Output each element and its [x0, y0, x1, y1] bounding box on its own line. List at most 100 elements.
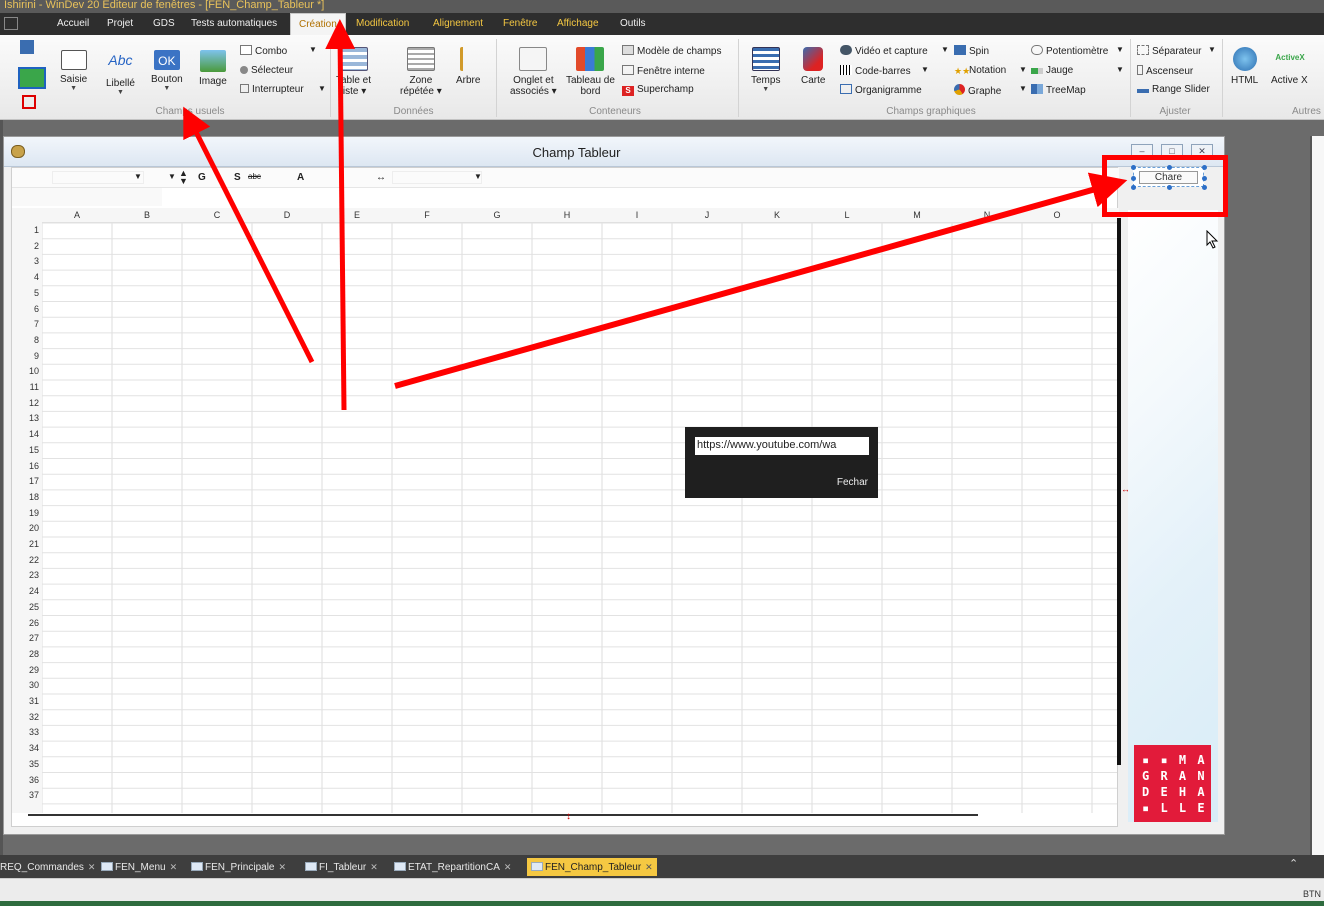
row-header-cell[interactable]: 25 — [12, 602, 39, 612]
menu-affichage[interactable]: Affichage — [557, 18, 599, 29]
row-header-cell[interactable]: 7 — [12, 319, 39, 329]
menu-accueil[interactable]: Accueil — [57, 18, 89, 29]
row-header-cell[interactable]: 26 — [12, 618, 39, 628]
notation-dropdown-icon[interactable]: ▼ — [1019, 65, 1027, 74]
row-header-cell[interactable]: 1 — [12, 225, 39, 235]
table-et-liste-button[interactable]: Table et liste ▾ — [336, 47, 371, 97]
cell-grid[interactable] — [42, 223, 1117, 813]
carte-button[interactable]: Carte — [801, 47, 825, 86]
cell-reference-box[interactable] — [12, 188, 162, 206]
row-header-cell[interactable]: 18 — [12, 492, 39, 502]
doc-tab[interactable]: ETAT_RepartitionCA ✕ — [394, 858, 511, 876]
font-family-select[interactable] — [52, 171, 144, 184]
tab-close-icon[interactable]: ✕ — [504, 862, 512, 872]
video-button[interactable]: Vidéo et capture — [840, 45, 928, 57]
onglet-button[interactable]: Onglet et associés ▾ — [510, 47, 557, 97]
row-header-cell[interactable]: 36 — [12, 775, 39, 785]
jauge-button[interactable]: Jauge — [1031, 65, 1073, 76]
doc-tab[interactable]: REQ_Commandes ✕ — [0, 858, 95, 876]
superchamp-button[interactable]: S Superchamp — [622, 84, 694, 96]
column-header-cell[interactable]: B — [112, 210, 182, 220]
separateur-button[interactable]: Séparateur — [1137, 45, 1201, 57]
row-header-cell[interactable]: 19 — [12, 508, 39, 518]
bold-button[interactable]: G — [198, 172, 206, 183]
interrupteur-button[interactable]: Interrupteur — [240, 84, 304, 95]
video-dropdown-icon[interactable]: ▼ — [941, 45, 949, 54]
doc-tab[interactable]: FI_Tableur ✕ — [305, 858, 378, 876]
spreadsheet-control[interactable]: ▼ ▼ ▲ ▼ G S abc A ↔ ▼ ABCDEFGHIJKLMNO 123… — [11, 167, 1119, 827]
codebarres-dropdown-icon[interactable]: ▼ — [921, 65, 929, 74]
menu-gds[interactable]: GDS — [153, 18, 175, 29]
row-header-cell[interactable]: 23 — [12, 570, 39, 580]
row-header-cell[interactable]: 11 — [12, 382, 39, 392]
row-header-cell[interactable]: 10 — [12, 366, 39, 376]
row-header-cell[interactable]: 29 — [12, 665, 39, 675]
graphe-button[interactable]: Graphe — [954, 84, 1001, 97]
ascenseur-button[interactable]: Ascenseur — [1137, 65, 1193, 77]
column-header-cell[interactable]: H — [532, 210, 602, 220]
font-family-dropdown-icon[interactable]: ▼ — [134, 172, 142, 181]
column-header-cell[interactable]: I — [602, 210, 672, 220]
potentiometre-button[interactable]: Potentiomètre — [1031, 45, 1108, 57]
row-header-cell[interactable]: 15 — [12, 445, 39, 455]
row-header-cell[interactable]: 14 — [12, 429, 39, 439]
row-header-cell[interactable]: 35 — [12, 759, 39, 769]
combo-dropdown-icon[interactable]: ▼ — [309, 45, 317, 54]
strike-button[interactable]: S — [234, 172, 241, 183]
row-header-cell[interactable]: 16 — [12, 461, 39, 471]
format-dropdown-icon[interactable]: ▼ — [474, 172, 482, 181]
modele-button[interactable]: Modèle de champs — [622, 45, 722, 57]
treemap-button[interactable]: TreeMap — [1031, 84, 1086, 96]
row-header-cell[interactable]: 17 — [12, 476, 39, 486]
column-header-cell[interactable]: K — [742, 210, 812, 220]
notation-button[interactable]: ★★Notation — [954, 65, 1006, 76]
menu-modification[interactable]: Modification — [356, 18, 409, 29]
column-width-button[interactable]: ↔ — [376, 172, 386, 183]
row-header-cell[interactable]: 33 — [12, 727, 39, 737]
menu-alignement[interactable]: Alignement — [433, 18, 483, 29]
codebarres-button[interactable]: Code-barres — [840, 65, 911, 77]
row-header-cell[interactable]: 37 — [12, 790, 39, 800]
row-header-cell[interactable]: 24 — [12, 586, 39, 596]
selecteur-button[interactable]: Sélecteur — [240, 65, 293, 76]
font-size-spin-icon[interactable]: ▲ ▼ — [179, 169, 188, 186]
doc-tab-active[interactable]: FEN_Champ_Tableur ✕ — [527, 858, 657, 876]
row-header-cell[interactable]: 32 — [12, 712, 39, 722]
row-header-cell[interactable]: 20 — [12, 523, 39, 533]
font-size-dropdown-icon[interactable]: ▼ — [168, 172, 176, 181]
row-header-cell[interactable]: 4 — [12, 272, 39, 282]
tab-close-icon[interactable]: ✕ — [170, 862, 178, 872]
quick-access-tree-icon[interactable] — [22, 95, 36, 109]
popup-close-button[interactable]: Fechar — [837, 477, 868, 488]
separateur-dropdown-icon[interactable]: ▼ — [1208, 45, 1216, 54]
row-header-cell[interactable]: 12 — [12, 398, 39, 408]
graphe-dropdown-icon[interactable]: ▼ — [1019, 84, 1027, 93]
menu-fenetre[interactable]: Fenêtre — [503, 18, 537, 29]
quick-access-icon[interactable] — [18, 67, 46, 89]
potentiometre-dropdown-icon[interactable]: ▼ — [1116, 45, 1124, 54]
column-header-cell[interactable]: D — [252, 210, 322, 220]
row-header-cell[interactable]: 13 — [12, 413, 39, 423]
row-header-cell[interactable]: 34 — [12, 743, 39, 753]
menu-projet[interactable]: Projet — [107, 18, 133, 29]
row-header-cell[interactable]: 9 — [12, 351, 39, 361]
fenetre-interne-button[interactable]: Fenêtre interne — [622, 65, 705, 77]
arbre-button[interactable]: Arbre — [456, 47, 480, 86]
bouton-button[interactable]: OK Bouton ▼ — [151, 50, 183, 92]
zone-repetee-button[interactable]: Zone répétée ▾ — [400, 47, 442, 97]
row-header-cell[interactable]: 31 — [12, 696, 39, 706]
column-header-cell[interactable]: J — [672, 210, 742, 220]
column-header-cell[interactable]: O — [1022, 210, 1092, 220]
activex-button[interactable]: ActiveX Active X — [1271, 47, 1308, 86]
font-color-button[interactable]: A — [297, 172, 304, 183]
strikethrough-button[interactable]: abc — [248, 172, 261, 181]
organigramme-button[interactable]: Organigramme — [840, 84, 922, 96]
image-button[interactable]: Image — [199, 50, 227, 87]
column-header-cell[interactable]: F — [392, 210, 462, 220]
saisie-button[interactable]: Saisie ▼ — [60, 50, 87, 92]
chevron-up-icon[interactable]: ⌃ — [1289, 857, 1298, 870]
menu-creation[interactable]: Création — [290, 13, 346, 35]
app-menu-icon[interactable] — [4, 17, 18, 30]
menu-tests-automatiques[interactable]: Tests automatiques — [191, 18, 277, 29]
tab-close-icon[interactable]: ✕ — [88, 862, 96, 872]
